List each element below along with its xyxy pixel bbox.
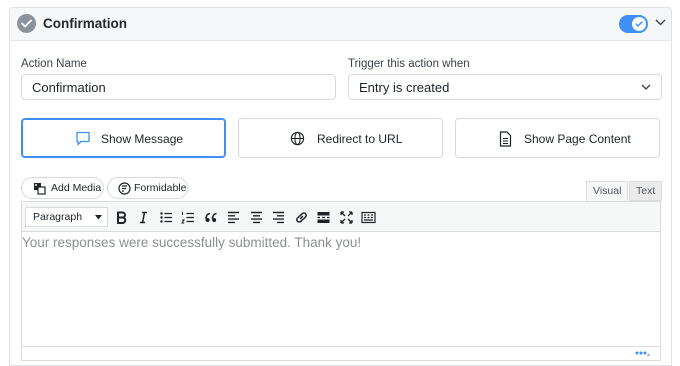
document-icon [499, 131, 512, 147]
tab-text[interactable]: Text [629, 181, 663, 201]
link-icon[interactable] [293, 209, 310, 226]
toggle-check-icon [632, 17, 646, 31]
action-header[interactable]: Confirmation [10, 8, 671, 41]
add-media-label: Add Media [51, 182, 102, 194]
action-name-label: Action Name [21, 58, 87, 70]
formidable-icon [118, 182, 131, 195]
chevron-down-icon[interactable] [655, 19, 666, 26]
blockquote-icon[interactable] [203, 209, 220, 226]
editor-content-area[interactable]: Your responses were successfully submitt… [22, 232, 660, 348]
fullscreen-icon[interactable] [338, 209, 355, 226]
align-right-icon[interactable] [270, 209, 287, 226]
globe-icon [290, 131, 305, 146]
message-content: Your responses were successfully submitt… [22, 235, 362, 250]
chevron-down-icon [641, 84, 651, 90]
format-value: Paragraph [33, 211, 83, 223]
action-title: Confirmation [43, 16, 127, 31]
redirect-to-url-label: Redirect to URL [317, 132, 403, 146]
trigger-select[interactable]: Entry is created [348, 74, 662, 100]
action-name-input[interactable]: Confirmation [21, 74, 336, 100]
show-message-label: Show Message [101, 132, 184, 146]
trigger-value: Entry is created [359, 80, 450, 95]
align-center-icon[interactable] [248, 209, 265, 226]
toolbar-toggle-icon[interactable] [360, 209, 377, 226]
add-media-button[interactable]: Add Media [21, 177, 104, 199]
show-page-content-button[interactable]: Show Page Content [455, 118, 660, 158]
redirect-to-url-button[interactable]: Redirect to URL [238, 118, 443, 158]
italic-icon[interactable] [135, 209, 152, 226]
trigger-label: Trigger this action when [348, 58, 470, 70]
show-message-button[interactable]: Show Message [21, 118, 226, 158]
format-select[interactable]: Paragraph [25, 207, 108, 227]
check-circle-icon [17, 14, 36, 33]
read-more-icon[interactable] [315, 209, 332, 226]
editor-toolbar: Paragraph [22, 202, 660, 232]
chat-bubble-icon [76, 131, 90, 146]
bold-icon[interactable] [113, 209, 130, 226]
formidable-label: Formidable [134, 182, 187, 194]
show-page-content-label: Show Page Content [524, 132, 631, 146]
formidable-button[interactable]: Formidable [107, 177, 188, 199]
numbered-list-icon[interactable] [180, 209, 197, 226]
align-left-icon[interactable] [225, 209, 242, 226]
editor-status-bar [22, 346, 660, 360]
message-editor: Paragraph Your responses were successful… [21, 201, 661, 361]
action-enabled-toggle[interactable] [619, 15, 648, 33]
add-media-icon [34, 183, 46, 195]
resize-dots-icon[interactable] [634, 349, 650, 357]
bullet-list-icon[interactable] [158, 209, 175, 226]
caret-down-icon [95, 215, 102, 220]
action-panel: Confirmation Action Name Confirmation Tr… [9, 7, 672, 366]
tab-visual[interactable]: Visual [586, 181, 629, 201]
